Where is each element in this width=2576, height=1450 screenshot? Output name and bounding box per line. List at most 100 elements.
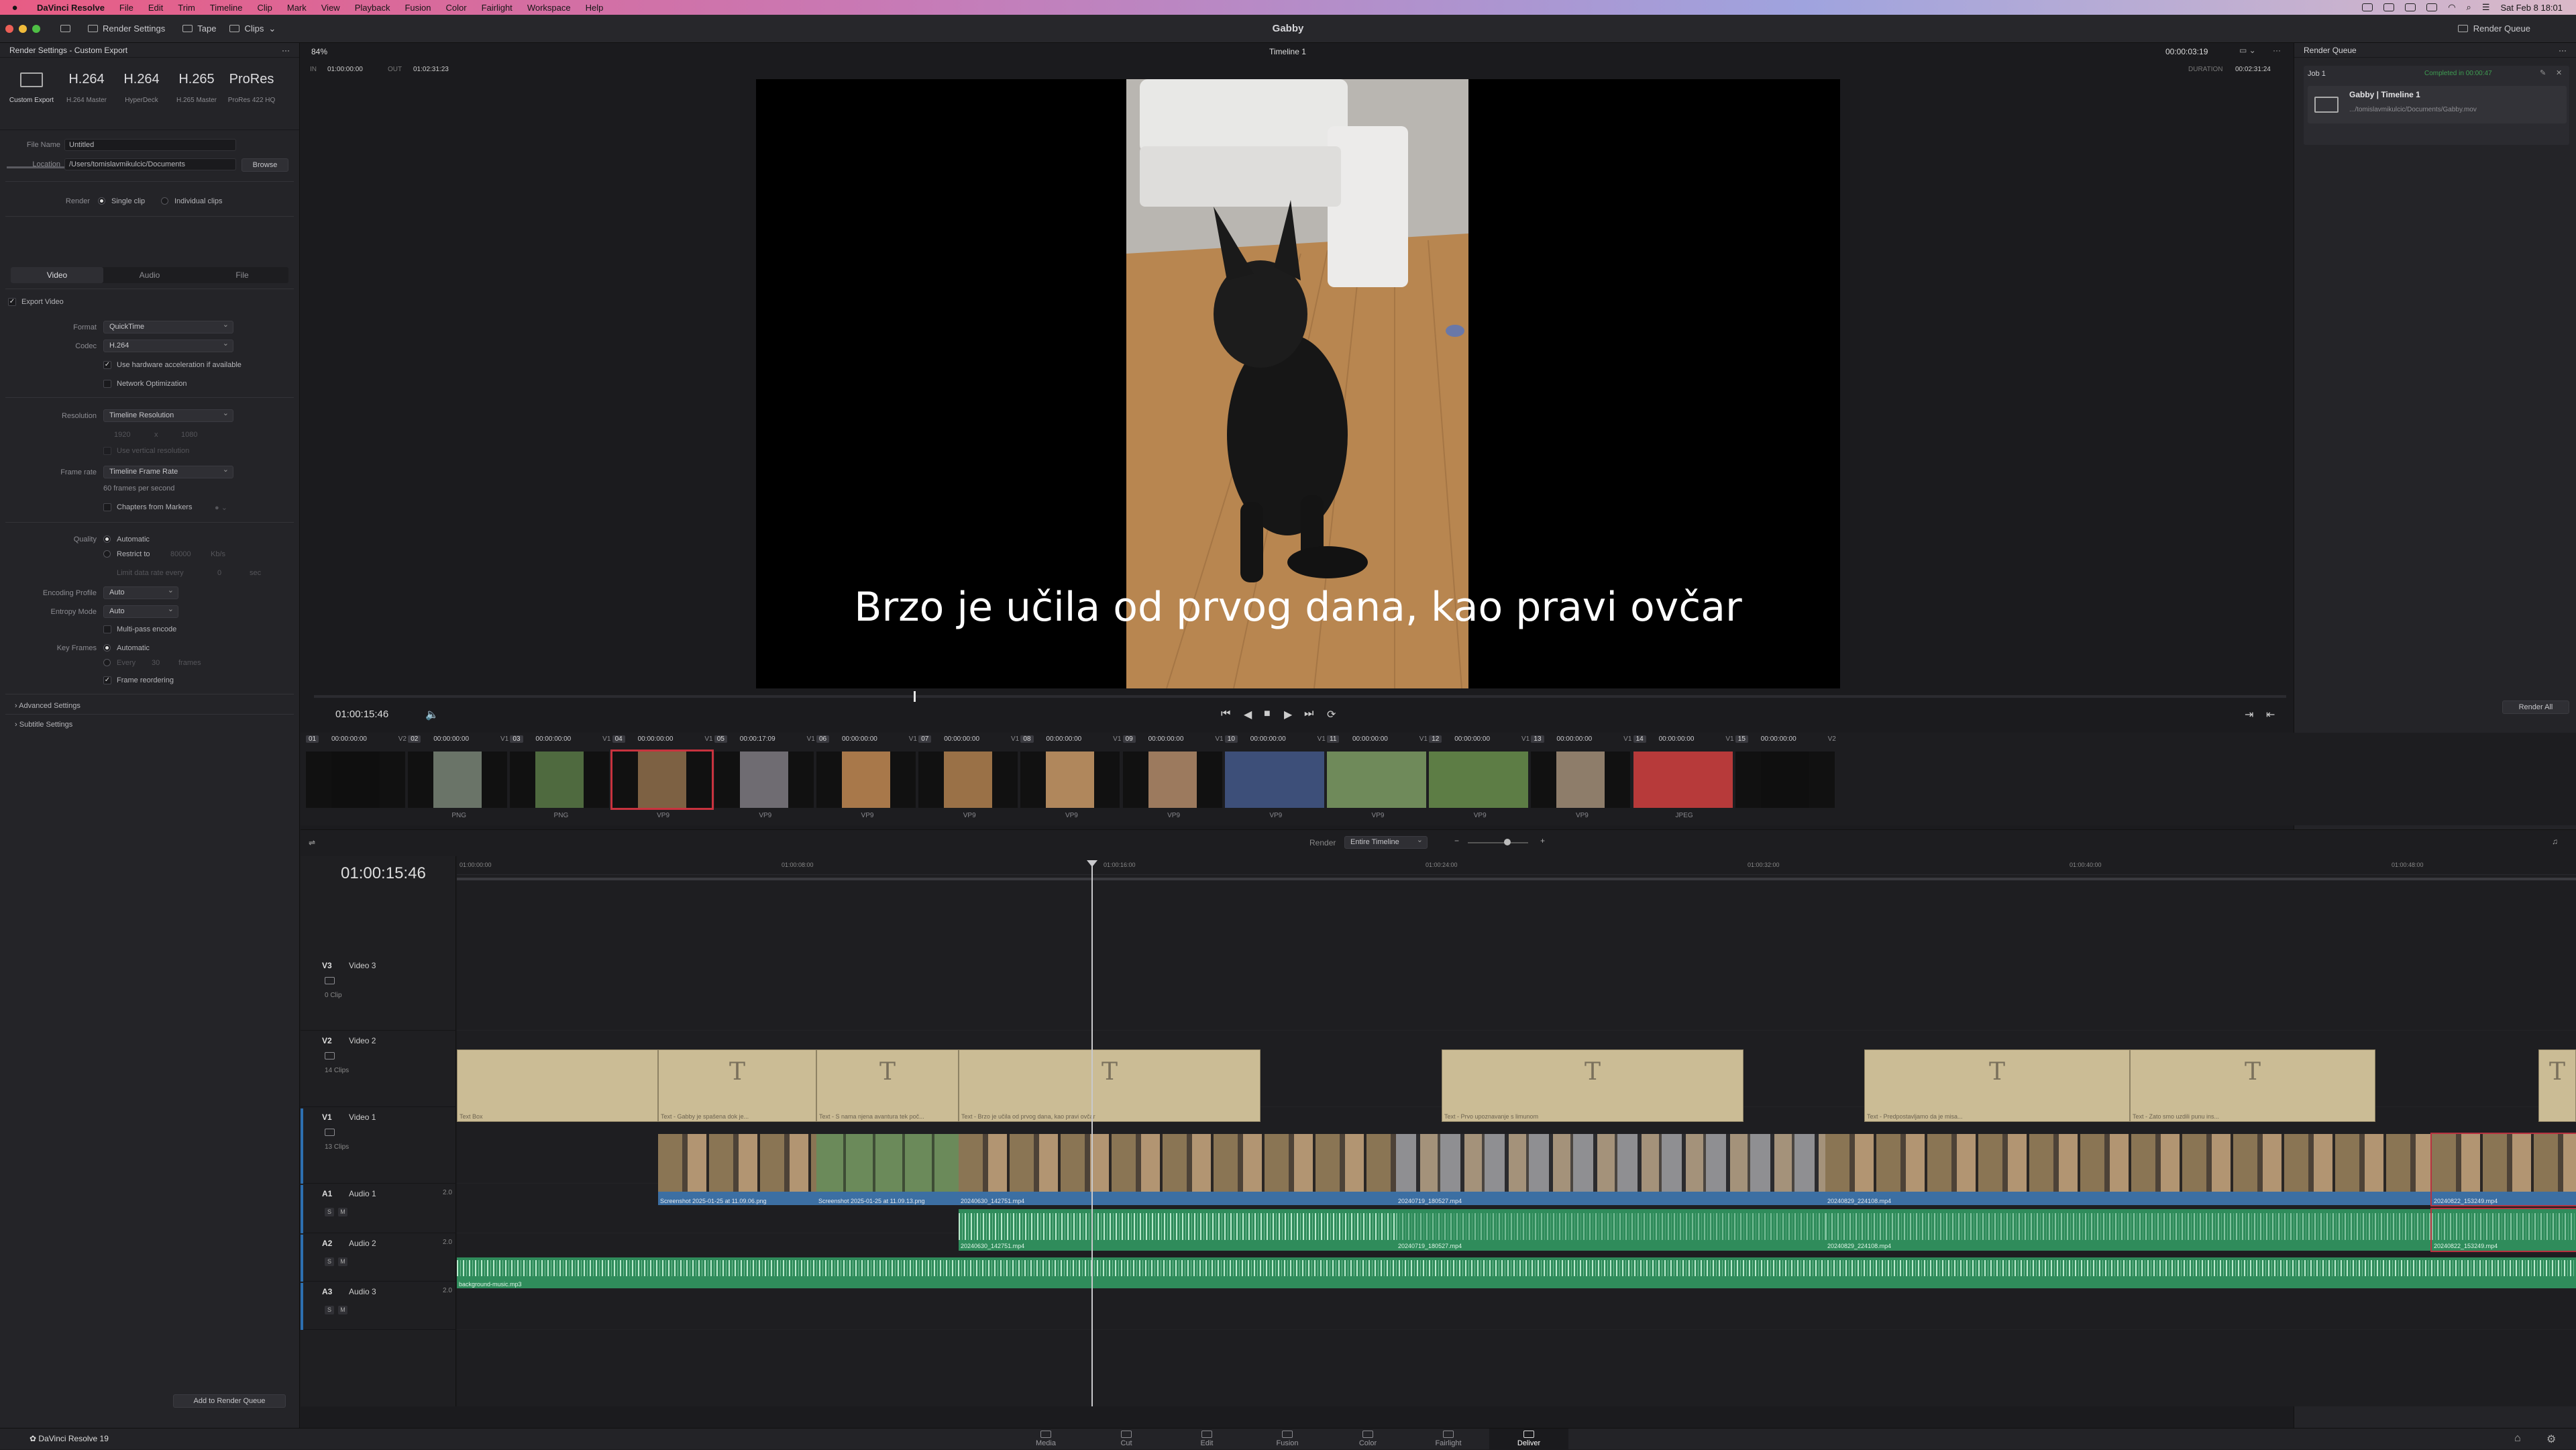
clip-thumbnail-08[interactable]: 08 00:00:00:00 V1 VP9	[1020, 733, 1122, 825]
home-icon[interactable]: ⌂	[2514, 1433, 2521, 1445]
more-options-icon[interactable]: ···	[2273, 46, 2281, 55]
render-queue-toggle[interactable]: Render Queue	[2457, 23, 2530, 34]
zoom-in-icon[interactable]: +	[1540, 836, 1545, 845]
zoom-slider[interactable]	[1468, 842, 1528, 843]
battery-icon[interactable]	[2426, 3, 2438, 11]
menu-fairlight[interactable]: Fairlight	[474, 3, 520, 13]
clip-thumbnail-11[interactable]: 11 00:00:00:00 V1 VP9	[1327, 733, 1429, 825]
mark-out-icon[interactable]: ⇤	[2266, 708, 2275, 721]
track-header-a3[interactable]: A3 Audio 3 2.0 S M	[301, 1283, 456, 1330]
add-to-render-queue-button[interactable]: Add to Render Queue	[173, 1394, 286, 1408]
entropy-mode-select[interactable]: Auto	[103, 605, 178, 618]
viewer-scrubber[interactable]	[314, 695, 2286, 698]
film-icon[interactable]	[325, 977, 335, 984]
mute-button[interactable]: M	[338, 1306, 347, 1314]
chapters-color-icon[interactable]: ● ⌄	[215, 503, 227, 512]
clips-toggle[interactable]: Clips ⌄	[229, 23, 276, 34]
page-media[interactable]: Media	[1006, 1429, 1085, 1450]
window-minimize-button[interactable]	[19, 24, 27, 33]
mute-button[interactable]: M	[338, 1257, 347, 1266]
menu-workspace[interactable]: Workspace	[520, 3, 578, 13]
resolution-width[interactable]: 1920	[114, 431, 130, 439]
in-timecode[interactable]: 01:00:00:00	[327, 66, 363, 73]
clip-thumbnail-15[interactable]: 15 00:00:00:00 V2	[1735, 733, 1837, 825]
page-fusion[interactable]: Fusion	[1248, 1429, 1327, 1450]
multipass-checkbox[interactable]	[103, 625, 111, 633]
play-icon[interactable]: ▶	[1284, 708, 1292, 721]
go-to-end-icon[interactable]: ⏭	[1304, 708, 1313, 720]
loop-icon[interactable]: ⟳	[1327, 708, 1336, 721]
zoom-out-icon[interactable]: −	[1454, 836, 1459, 845]
single-clip-radio[interactable]	[98, 197, 105, 205]
menu-clip[interactable]: Clip	[250, 3, 279, 13]
status-icon-2[interactable]	[2383, 3, 2395, 11]
timeline-playhead[interactable]	[1091, 860, 1093, 1406]
zoom-slider-knob[interactable]	[1504, 839, 1511, 845]
clip-thumbnail-03[interactable]: 03 00:00:00:00 V1 PNG	[510, 733, 612, 825]
key-frames-automatic-radio[interactable]	[103, 644, 111, 652]
film-icon[interactable]	[325, 1052, 335, 1059]
preset-h264-master[interactable]: H.264 H.264 Master	[59, 68, 114, 130]
menu-trim[interactable]: Trim	[170, 3, 203, 13]
restrict-to-value[interactable]: 80000	[170, 550, 191, 558]
clip-thumbnail-05[interactable]: 05 00:00:17:09 V1 VP9	[714, 733, 816, 825]
frame-rate-select[interactable]: Timeline Frame Rate	[103, 465, 233, 478]
window-zoom-button[interactable]	[32, 24, 40, 33]
file-name-input[interactable]: Untitled	[64, 139, 236, 151]
film-icon[interactable]	[325, 1129, 335, 1136]
menu-timeline[interactable]: Timeline	[203, 3, 250, 13]
render-job-card[interactable]: Job 1 Completed in 00:00:47 ✎ ✕ Gabby | …	[2304, 66, 2569, 145]
menu-file[interactable]: File	[112, 3, 141, 13]
preset-h265-master[interactable]: H.265 H.265 Master	[169, 68, 224, 130]
network-optimization-checkbox[interactable]	[103, 380, 111, 388]
clip-thumbnail-02[interactable]: 02 00:00:00:00 V1 PNG	[408, 733, 510, 825]
page-color[interactable]: Color	[1328, 1429, 1407, 1450]
render-range-select[interactable]: Entire Timeline	[1344, 835, 1428, 849]
clip-thumbnail-10[interactable]: 10 00:00:00:00 V1 VP9	[1224, 733, 1327, 825]
apple-icon[interactable]: ●	[0, 2, 30, 13]
hw-accel-checkbox[interactable]: ✓	[103, 361, 111, 369]
tab-file[interactable]: File	[196, 267, 288, 283]
individual-clips-radio[interactable]	[161, 197, 168, 205]
clip-thumbnail-13[interactable]: 13 00:00:00:00 V1 VP9	[1531, 733, 1633, 825]
page-deliver[interactable]: Deliver	[1489, 1429, 1568, 1450]
vertical-resolution-checkbox[interactable]	[103, 447, 111, 455]
menu-help[interactable]: Help	[578, 3, 611, 13]
zoom-level[interactable]: 84%	[311, 47, 327, 56]
frame-reordering-checkbox[interactable]: ✓	[103, 676, 111, 684]
codec-select[interactable]: H.264	[103, 339, 233, 352]
advanced-settings-expander[interactable]: › Advanced Settings	[15, 702, 80, 710]
control-center-icon[interactable]: ☰	[2482, 2, 2490, 13]
clip-thumbnail-07[interactable]: 07 00:00:00:00 V1 VP9	[918, 733, 1020, 825]
track-header-a1[interactable]: A1 Audio 1 2.0 S M	[301, 1185, 456, 1233]
wifi-icon[interactable]: ◠	[2448, 2, 2455, 13]
clip-thumbnail-12[interactable]: 12 00:00:00:00 V1 VP9	[1429, 733, 1531, 825]
menubar-datetime[interactable]: Sat Feb 8 18:01	[2500, 3, 2563, 13]
page-cut[interactable]: Cut	[1087, 1429, 1166, 1450]
edit-job-icon[interactable]: ✎	[2540, 68, 2546, 77]
solo-button[interactable]: S	[325, 1257, 334, 1266]
audio-meter-icon[interactable]: ♫	[2552, 837, 2558, 846]
menu-fusion[interactable]: Fusion	[397, 3, 438, 13]
resolution-height[interactable]: 1080	[181, 431, 197, 439]
timeline-ruler[interactable]: 01:00:00:00 01:00:08:00 01:00:16:00 01:0…	[457, 856, 2576, 880]
more-options-icon[interactable]: ···	[2559, 46, 2567, 55]
page-edit[interactable]: Edit	[1167, 1429, 1246, 1450]
quality-automatic-radio[interactable]	[103, 535, 111, 543]
play-reverse-icon[interactable]: ◀	[1244, 708, 1252, 721]
go-to-start-icon[interactable]: ⏮	[1221, 708, 1230, 720]
location-input[interactable]: /Users/tomislavmikulcic/Documents	[64, 158, 236, 170]
status-icon-3[interactable]	[2405, 3, 2416, 11]
clip-thumbnail-14[interactable]: 14 00:00:00:00 V1 JPEG	[1633, 733, 1735, 825]
out-timecode[interactable]: 01:02:31:23	[413, 66, 449, 73]
clip-thumbnail-09[interactable]: 09 00:00:00:00 V1 VP9	[1122, 733, 1225, 825]
stop-icon[interactable]: ■	[1264, 708, 1271, 720]
timeline-tracks-area[interactable]: 01:00:00:00 01:00:08:00 01:00:16:00 01:0…	[457, 856, 2576, 1406]
menu-color[interactable]: Color	[438, 3, 474, 13]
render-all-button[interactable]: Render All	[2502, 701, 2569, 714]
sidebar-toggle-icon[interactable]	[60, 25, 70, 32]
delete-job-icon[interactable]: ✕	[2556, 68, 2562, 77]
chapters-checkbox[interactable]	[103, 503, 111, 511]
mute-button[interactable]: M	[338, 1208, 347, 1216]
render-settings-toggle[interactable]: Render Settings	[88, 23, 165, 34]
